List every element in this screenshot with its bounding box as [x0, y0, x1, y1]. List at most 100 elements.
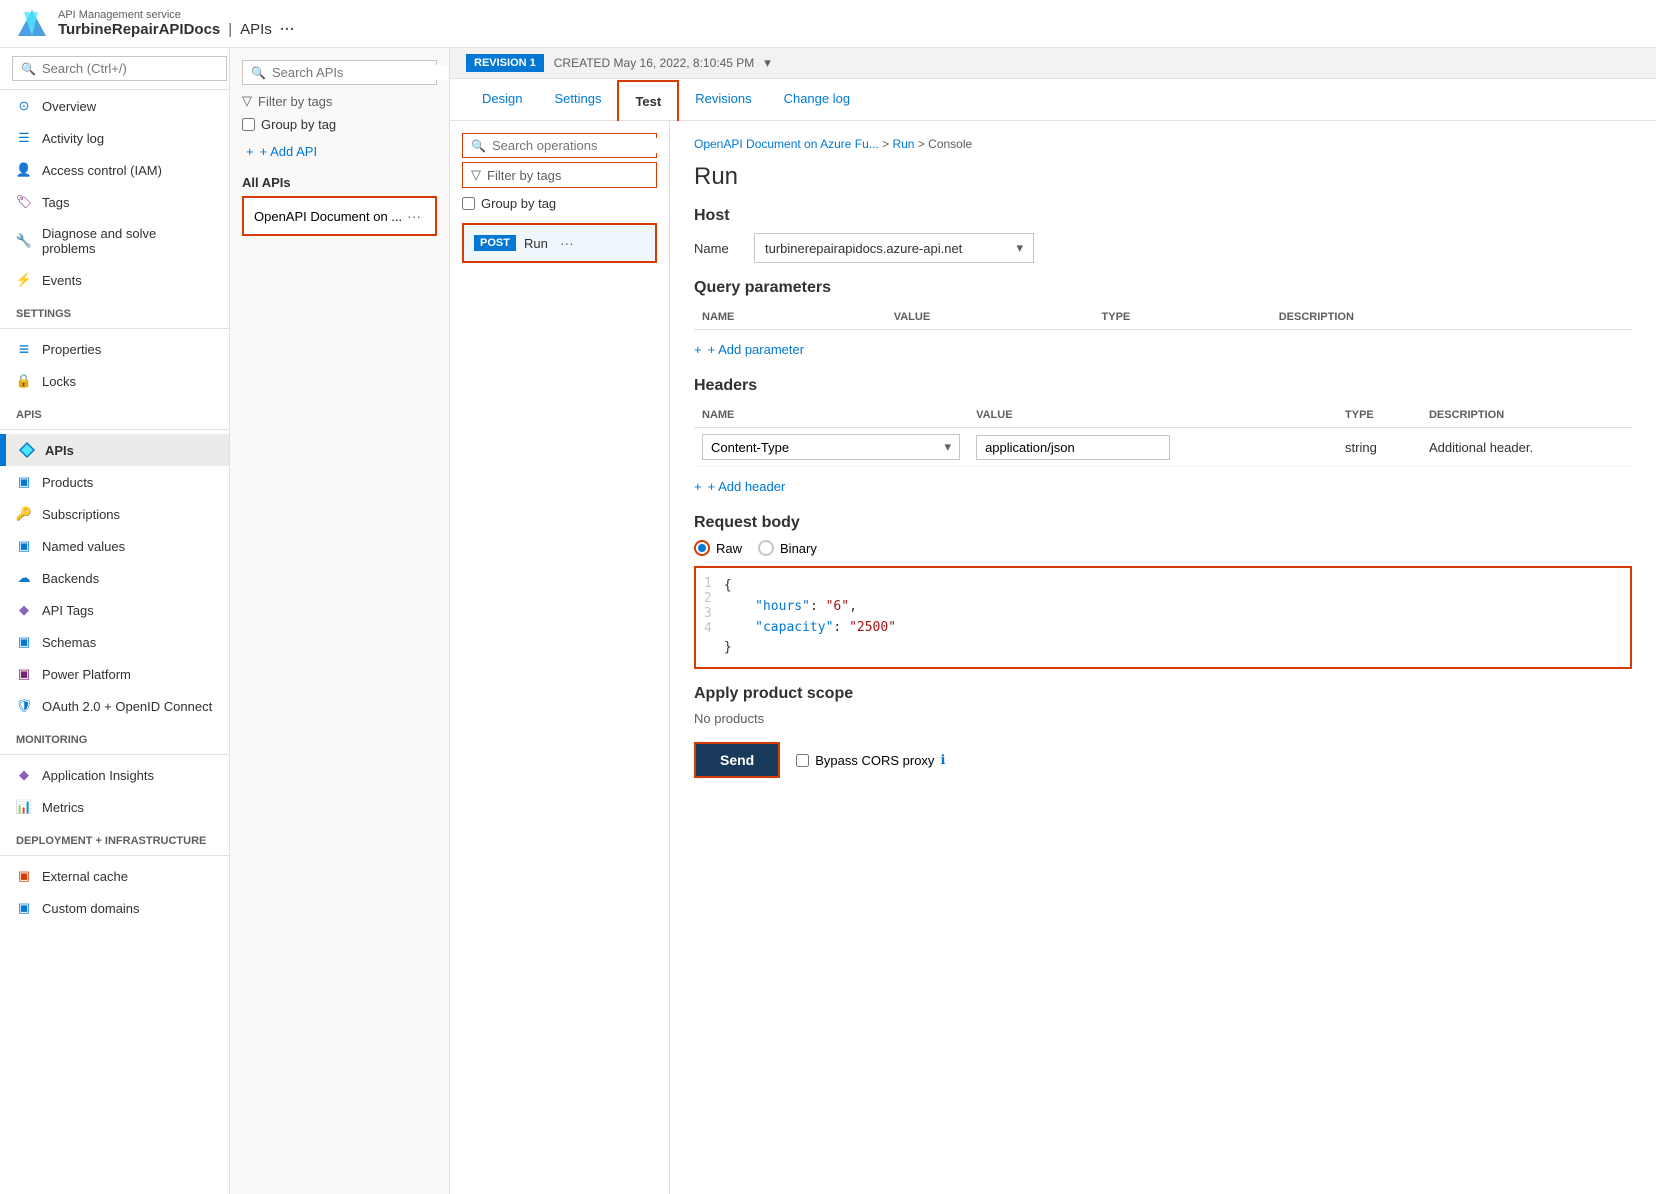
host-select[interactable]: turbinerepairapidocs.azure-api.net ▾: [754, 233, 1034, 263]
breadcrumb-part2[interactable]: Run: [892, 137, 914, 151]
sidebar-item-app-insights[interactable]: ◆ Application Insights: [0, 759, 229, 791]
product-scope-section: Apply product scope No products: [694, 685, 1632, 726]
operations-search-icon: 🔍: [471, 139, 486, 153]
sidebar-item-power-platform[interactable]: ▣ Power Platform: [0, 658, 229, 690]
sidebar-item-ext-cache[interactable]: ▣ External cache: [0, 860, 229, 892]
tab-change-log[interactable]: Change log: [768, 79, 867, 120]
sidebar-search-input[interactable]: [42, 61, 218, 76]
operations-search-box[interactable]: 🔍: [462, 133, 657, 158]
tab-design[interactable]: Design: [466, 79, 538, 120]
sidebar-item-named-values[interactable]: ▣ Named values: [0, 530, 229, 562]
metrics-icon: 📊: [16, 799, 32, 815]
product-scope-title: Apply product scope: [694, 685, 1632, 703]
header-name-chevron: ▾: [945, 439, 952, 455]
topbar-ellipsis-button[interactable]: ···: [280, 21, 295, 38]
sidebar-item-locks[interactable]: 🔒 Locks: [0, 365, 229, 397]
add-api-button[interactable]: + + Add API: [242, 136, 437, 167]
header-name-select[interactable]: Content-Type ▾: [702, 434, 960, 460]
operations-group-by-tag-checkbox[interactable]: [462, 197, 475, 210]
code-editor[interactable]: 1 2 3 4 { "hours": "6", "capacity": "250…: [694, 566, 1632, 669]
line-numbers: 1 2 3 4: [704, 576, 712, 659]
headers-section-title: Headers: [694, 377, 1632, 395]
add-parameter-button[interactable]: + + Add parameter: [694, 338, 1632, 361]
tab-settings[interactable]: Settings: [538, 79, 617, 120]
apis-search-box[interactable]: 🔍: [242, 60, 437, 85]
send-button[interactable]: Send: [694, 742, 780, 778]
sidebar-item-access-control[interactable]: 👤 Access control (IAM): [0, 154, 229, 186]
detail-panel: OpenAPI Document on Azure Fu... > Run > …: [670, 121, 1656, 1194]
binary-radio-option[interactable]: Binary: [758, 540, 817, 556]
code-content[interactable]: { "hours": "6", "capacity": "2500" }: [724, 576, 1622, 659]
host-value: turbinerepairapidocs.azure-api.net: [765, 241, 962, 256]
query-params-section-title: Query parameters: [694, 279, 1632, 297]
sidebar-item-metrics[interactable]: 📊 Metrics: [0, 791, 229, 823]
sidebar-item-events[interactable]: ⚡ Events: [0, 264, 229, 296]
no-products-text: No products: [694, 711, 1632, 726]
header-name-value: Content-Type: [711, 440, 789, 455]
breadcrumb-part1[interactable]: OpenAPI Document on Azure Fu...: [694, 137, 879, 151]
bypass-cors-info-icon[interactable]: ℹ: [940, 752, 945, 768]
sidebar-item-oauth[interactable]: 🛡 OAuth 2.0 + OpenID Connect: [0, 690, 229, 722]
operation-item-run[interactable]: POST Run ···: [462, 223, 657, 263]
add-header-button[interactable]: + + Add header: [694, 475, 1632, 498]
sidebar-item-properties[interactable]: ≡ Properties: [0, 333, 229, 365]
revision-dropdown-button[interactable]: ▾: [764, 55, 771, 71]
bypass-cors-checkbox[interactable]: [796, 754, 809, 767]
test-panel: 🔍 ▽ Filter by tags Group by tag POST Run…: [450, 121, 1656, 1194]
sidebar-item-subscriptions[interactable]: 🔑 Subscriptions: [0, 498, 229, 530]
backends-icon: ☁: [16, 570, 32, 586]
sidebar-item-apis[interactable]: APIs: [0, 434, 229, 466]
apis-search-icon: 🔍: [251, 66, 266, 80]
headers-table: NAME VALUE TYPE DESCRIPTION Content-Type…: [694, 403, 1632, 467]
sidebar-search-icon: 🔍: [21, 62, 36, 76]
sidebar-item-products[interactable]: ▣ Products: [0, 466, 229, 498]
tab-test[interactable]: Test: [617, 80, 679, 121]
bypass-cors-row[interactable]: Bypass CORS proxy ℹ: [796, 752, 945, 768]
sidebar-nav: Overview Activity log 👤 Access control (…: [0, 90, 229, 1194]
tab-revisions[interactable]: Revisions: [679, 79, 767, 120]
breadcrumb-sep2: >: [918, 137, 928, 151]
api-list-item-ellipsis[interactable]: ···: [403, 206, 425, 226]
revision-bar: REVISION 1 CREATED May 16, 2022, 8:10:45…: [450, 48, 1656, 79]
sidebar-label-ext-cache: External cache: [42, 869, 128, 884]
sidebar-item-activity-log[interactable]: Activity log: [0, 122, 229, 154]
sidebar-item-tags[interactable]: 🏷 Tags: [0, 186, 229, 218]
named-values-icon: ▣: [16, 538, 32, 554]
all-apis-label: All APIs: [242, 175, 437, 190]
operation-ellipsis-button[interactable]: ···: [556, 233, 578, 253]
tags-icon: 🏷: [16, 194, 32, 210]
breadcrumb-part3: Console: [928, 137, 972, 151]
separator: |: [228, 21, 232, 38]
code-line-2: "hours": "6",: [724, 597, 1622, 618]
query-col-name: NAME: [694, 305, 886, 330]
sidebar-item-diagnose[interactable]: 🔧 Diagnose and solve problems: [0, 218, 229, 264]
api-list-item-name: OpenAPI Document on ...: [254, 209, 402, 224]
main-layout: 🔍 « Overview Activity log 👤 Access contr…: [0, 48, 1656, 1194]
binary-radio-label: Binary: [780, 541, 817, 556]
operations-group-by-tag-row[interactable]: Group by tag: [462, 192, 657, 215]
raw-radio-option[interactable]: Raw: [694, 540, 742, 556]
sidebar-item-api-tags[interactable]: ◆ API Tags: [0, 594, 229, 626]
sidebar-item-overview[interactable]: Overview: [0, 90, 229, 122]
subscriptions-icon: 🔑: [16, 506, 32, 522]
breadcrumb-sep1: >: [882, 137, 892, 151]
operations-search-input[interactable]: [492, 138, 668, 153]
sidebar-item-schemas[interactable]: ▣ Schemas: [0, 626, 229, 658]
operations-panel: 🔍 ▽ Filter by tags Group by tag POST Run…: [450, 121, 670, 1194]
query-col-desc: DESCRIPTION: [1271, 305, 1632, 330]
sidebar-search-box[interactable]: 🔍: [12, 56, 227, 81]
apis-filter-row[interactable]: ▽ Filter by tags: [242, 89, 437, 113]
apis-group-by-tag-row[interactable]: Group by tag: [242, 113, 437, 136]
apis-panel: 🔍 ▽ Filter by tags Group by tag + + Add …: [230, 48, 450, 1194]
sidebar-item-custom-domains[interactable]: ▣ Custom domains: [0, 892, 229, 924]
sidebar-item-backends[interactable]: ☁ Backends: [0, 562, 229, 594]
apis-group-by-tag-checkbox[interactable]: [242, 118, 255, 131]
apis-search-input[interactable]: [272, 65, 448, 80]
operations-filter-row[interactable]: ▽ Filter by tags: [462, 162, 657, 188]
binary-radio-button[interactable]: [758, 540, 774, 556]
header-value-input[interactable]: [976, 435, 1170, 460]
sidebar-label-properties: Properties: [42, 342, 101, 357]
raw-radio-button[interactable]: [694, 540, 710, 556]
api-list-item[interactable]: OpenAPI Document on ... ···: [242, 196, 437, 236]
host-name-label: Name: [694, 241, 754, 256]
